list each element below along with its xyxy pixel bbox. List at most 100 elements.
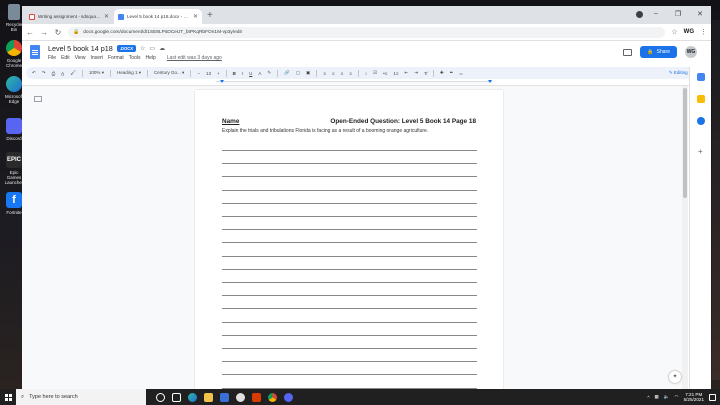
menu-file[interactable]: File [48, 55, 56, 61]
right-indent-marker[interactable] [488, 80, 492, 83]
close-button[interactable]: ✕ [689, 10, 711, 18]
new-tab-button[interactable]: + [207, 10, 213, 21]
justify-icon[interactable]: ≡ [349, 71, 352, 76]
star-icon[interactable]: ☆ [140, 45, 145, 52]
ruler[interactable] [22, 79, 711, 86]
wifi-icon[interactable]: ◠ [675, 394, 679, 400]
font-select[interactable]: Century Go... ▾ [154, 70, 184, 76]
notification-icon[interactable] [709, 393, 716, 401]
url-text: docs.google.com/document/d/1SE8LPsDCeUT_… [83, 29, 242, 35]
tasks-icon[interactable] [697, 117, 705, 125]
italic-button[interactable]: I [242, 71, 243, 76]
taskbar-search-box[interactable]: ⌕ Type here to search [16, 389, 146, 405]
document-outline-icon[interactable] [34, 96, 42, 102]
clock[interactable]: 7:21 PM 5/25/2021 [684, 392, 704, 402]
forward-icon[interactable]: → [40, 28, 48, 37]
extension-user-icon[interactable]: WG [684, 29, 694, 35]
underline-button[interactable]: U [249, 71, 252, 76]
menu-insert[interactable]: Insert [90, 55, 103, 61]
cloud-status-icon[interactable]: ☁ [159, 45, 165, 52]
omnibox[interactable]: 🔒 docs.google.com/document/d/1SE8LPsDCeU… [68, 26, 666, 38]
chrome-taskbar-icon[interactable] [268, 392, 277, 402]
numbered-list-icon[interactable]: 1≡ [393, 71, 398, 76]
volume-icon[interactable]: 🔈 [664, 394, 670, 400]
comment-icon[interactable]: ▢ [296, 70, 300, 76]
left-indent-marker[interactable] [220, 80, 224, 83]
increase-indent-icon[interactable]: ⇥ [414, 70, 418, 76]
profile-icon[interactable] [636, 11, 643, 18]
document-page[interactable]: Name Open-Ended Question: Level 5 Book 1… [195, 90, 503, 389]
last-edit-link[interactable]: Last edit was 3 days ago [167, 55, 222, 61]
redo-icon[interactable]: ↷ [42, 70, 46, 76]
menu-kebab-icon[interactable]: ⋮ [700, 28, 707, 36]
font-size-decrease-button[interactable]: − [197, 71, 200, 76]
system-tray: ^ ▦ 🔈 ◠ 7:21 PM 5/25/2021 [647, 392, 720, 402]
maximize-button[interactable]: ❐ [667, 10, 689, 18]
close-tab-icon[interactable]: ✕ [104, 13, 109, 20]
tab-gmail[interactable]: Writing assignment - sdsquad@... ✕ [25, 9, 113, 24]
share-button[interactable]: 🔒 Share [640, 46, 677, 58]
calendar-icon[interactable] [697, 73, 705, 81]
bold-button[interactable]: B [233, 71, 236, 76]
line-spacing-icon[interactable]: ↕ [365, 71, 367, 76]
back-icon[interactable]: ← [26, 28, 34, 37]
image-icon[interactable]: ▣ [306, 70, 310, 76]
decrease-indent-icon[interactable]: ⇤ [405, 70, 409, 76]
paint-format-icon[interactable]: 🖌 [70, 70, 76, 76]
store-icon[interactable] [220, 392, 229, 402]
clear-formatting-icon[interactable]: T̸ [424, 71, 427, 76]
explore-button-icon[interactable]: ✦ [669, 371, 681, 383]
minimize-button[interactable]: – [645, 10, 667, 18]
menu-tools[interactable]: Tools [129, 55, 141, 61]
bulleted-list-icon[interactable]: •≡ [383, 71, 387, 76]
pen-icon[interactable]: ✒ [450, 70, 454, 76]
task-view-icon[interactable] [172, 392, 181, 402]
menu-help[interactable]: Help [145, 55, 155, 61]
spellcheck-icon[interactable]: A̲ [61, 71, 64, 76]
docs-logo-icon[interactable] [30, 45, 40, 59]
file-explorer-icon[interactable] [204, 392, 213, 402]
editing-mode-select[interactable]: ✎ Editing ▾ [669, 70, 691, 76]
align-center-icon[interactable]: ≡ [332, 71, 335, 76]
keep-icon[interactable] [697, 95, 705, 103]
avatar[interactable]: WG [685, 46, 697, 58]
star-icon[interactable]: ☆ [671, 28, 677, 36]
font-size-input[interactable]: 13 [206, 71, 211, 76]
document-scrollbar[interactable] [682, 86, 688, 389]
move-folder-icon[interactable]: ▭ [149, 45, 155, 52]
menu-view[interactable]: View [75, 55, 86, 61]
tray-chevron-icon[interactable]: ^ [647, 395, 649, 400]
windows-logo-icon [4, 393, 12, 401]
zoom-select[interactable]: 100% ▾ [89, 70, 104, 76]
network-icon[interactable]: ▦ [654, 394, 658, 400]
scrollbar-thumb[interactable] [683, 88, 687, 198]
close-tab-icon[interactable]: ✕ [193, 13, 198, 20]
tab-docs[interactable]: Level 5 book 14 p18.docx - Goo... ✕ [114, 9, 202, 24]
font-size-increase-button[interactable]: + [217, 71, 220, 76]
start-button[interactable] [0, 393, 16, 401]
link-icon[interactable]: 🔗 [284, 70, 290, 76]
office-icon[interactable] [252, 392, 261, 402]
edge-taskbar-icon[interactable] [188, 392, 197, 402]
align-left-icon[interactable]: ≡ [323, 71, 326, 76]
comment-history-icon[interactable] [623, 48, 633, 56]
reload-icon[interactable]: ↻ [54, 28, 62, 37]
undo-icon[interactable]: ↶ [32, 70, 36, 76]
text-color-icon[interactable]: A [258, 71, 261, 76]
style-select[interactable]: Heading 1 ▾ [117, 70, 141, 76]
lock-icon: 🔒 [647, 49, 654, 55]
line-style-icon[interactable]: ═ [459, 71, 462, 76]
insert-drawing-icon[interactable]: ✚ [440, 70, 444, 76]
menu-edit[interactable]: Edit [61, 55, 70, 61]
doc-title[interactable]: Level 5 book 14 p18 [48, 44, 113, 53]
discord-taskbar-icon[interactable] [284, 392, 293, 402]
highlight-icon[interactable]: ✎ [267, 70, 271, 76]
add-on-plus-icon[interactable]: + [698, 147, 703, 156]
print-icon[interactable]: ⎙ [52, 71, 56, 76]
xbox-icon[interactable] [236, 392, 245, 402]
menu-format[interactable]: Format [108, 55, 124, 61]
cortana-icon[interactable] [156, 392, 165, 402]
align-right-icon[interactable]: ≡ [341, 71, 344, 76]
title-icons: ☆ ▭ ☁ [140, 45, 165, 52]
checklist-icon[interactable]: ☑ [373, 70, 377, 76]
